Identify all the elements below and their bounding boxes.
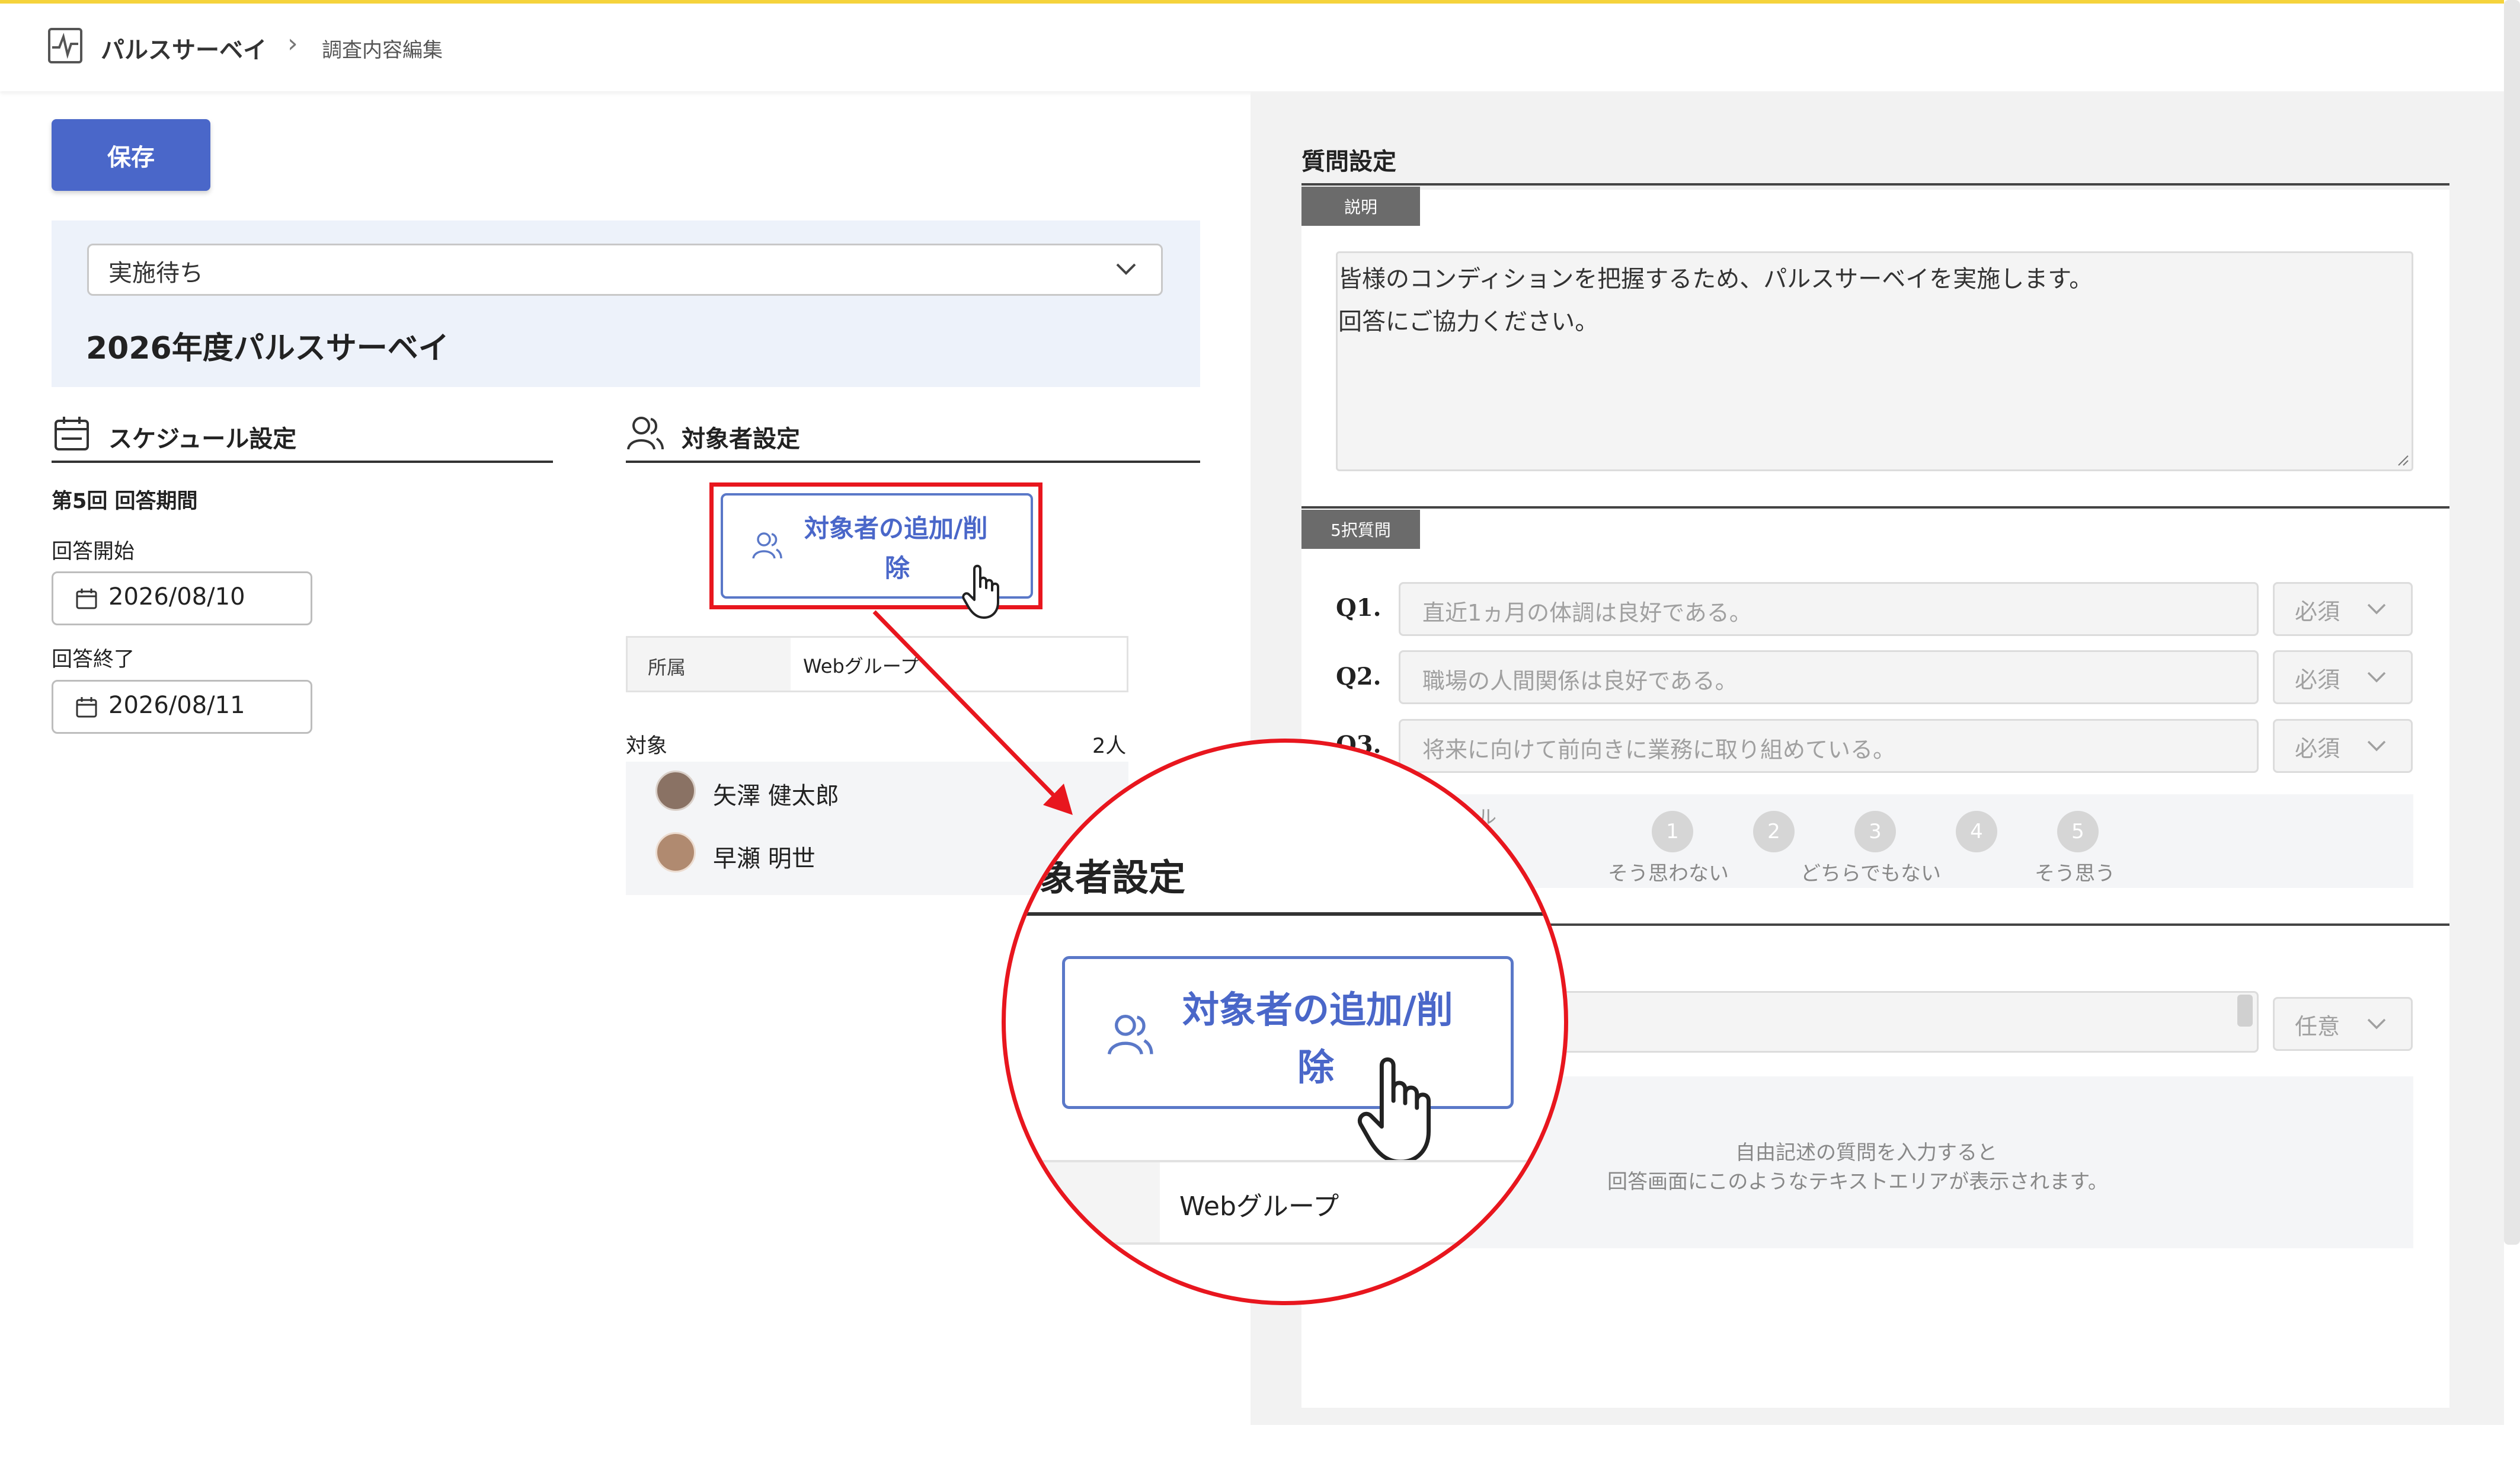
chevron-down-icon: [1114, 261, 1138, 277]
status-select-value: 実施待ち: [108, 260, 203, 287]
zoom-button-line1: 対象者の追加/削: [1182, 988, 1453, 1031]
target-label: 対象: [626, 734, 668, 758]
callout-arrow: [872, 610, 1073, 815]
page-scrollbar[interactable]: [2504, 0, 2520, 1245]
free-input-scrollbar[interactable]: [2237, 995, 2253, 1027]
calendar-small-icon: [75, 587, 98, 610]
pulse-survey-icon: [47, 27, 83, 64]
zoom-belong-value: Webグループ: [1179, 1191, 1339, 1222]
chevron-down-icon: [2366, 739, 2387, 753]
question-placeholder: 直近1ヵ月の体調は良好である。: [1422, 600, 1752, 626]
survey-title: 2026年度パルスサーベイ: [86, 331, 449, 366]
users-icon: [626, 414, 665, 453]
free-hint-line1: 自由記述の質問を入力すると: [1735, 1141, 1997, 1165]
questions-heading: 質問設定: [1301, 148, 1396, 175]
scale-text: そう思う: [2035, 862, 2115, 886]
start-label: 回答開始: [52, 540, 135, 564]
chevron-down-icon: [2366, 670, 2387, 684]
zoom-callout: 象者設定 対象者の追加/削 除 Webグループ: [1002, 739, 1568, 1305]
zoom-divider: [1006, 912, 1564, 916]
required-select[interactable]: [2273, 719, 2413, 773]
status-select[interactable]: [87, 244, 1163, 296]
scale-option: 4: [1956, 811, 1997, 852]
app-title[interactable]: パルスサーベイ: [101, 31, 267, 65]
required-value: 必須: [2295, 667, 2340, 693]
scale-option: 2: [1753, 811, 1795, 852]
member-name: 早瀬 明世: [713, 845, 816, 872]
zoom-belong-label-cell: [1006, 1162, 1160, 1242]
description-text-line1: 皆様のコンディションを把握するため、パルスサーベイを実施します。: [1338, 266, 2093, 293]
breadcrumb-current: 調査内容編集: [322, 39, 443, 62]
description-text-line2: 回答にご協力ください。: [1338, 308, 1599, 335]
free-hint-line2: 回答画面にこのようなテキストエリアが表示されます。: [1607, 1170, 2108, 1194]
chevron-down-icon: [2366, 1017, 2387, 1031]
belong-label: 所属: [648, 656, 686, 679]
required-value: 必須: [2295, 736, 2340, 762]
five-choice-tab: 5択質問: [1301, 510, 1420, 549]
question-label: Q2.: [1336, 663, 1381, 691]
target-heading: 対象者設定: [682, 426, 800, 453]
zoom-heading: 象者設定: [1038, 856, 1186, 899]
optional-value: 任意: [2295, 1014, 2340, 1040]
end-label: 回答終了: [52, 648, 135, 672]
scale-text: そう思わない: [1608, 862, 1729, 886]
avatar: [655, 771, 696, 811]
chevron-down-icon: [2366, 602, 2387, 616]
start-date-value: 2026/08/10: [108, 583, 245, 611]
question-placeholder: 将来に向けて前向きに業務に取り組めている。: [1422, 737, 1896, 763]
optional-select[interactable]: [2273, 997, 2413, 1051]
scale-option: 3: [1854, 811, 1896, 852]
five-choice-divider: [1301, 506, 2449, 509]
hand-pointer-icon: [1355, 1054, 1450, 1166]
avatar: [655, 832, 696, 872]
users-icon: [1107, 1010, 1155, 1059]
question-placeholder: 職場の人間関係は良好である。: [1422, 668, 1738, 694]
description-tab: 説明: [1301, 187, 1420, 226]
calendar-small-icon: [75, 696, 98, 718]
breadcrumb-separator: ›: [287, 28, 298, 59]
target-count: 2人: [1092, 734, 1127, 758]
required-value: 必須: [2295, 599, 2340, 625]
period-label: 第5回 回答期間: [52, 490, 198, 513]
calendar-icon: [53, 415, 90, 452]
required-select[interactable]: [2273, 650, 2413, 704]
scale-option: 1: [1652, 811, 1693, 852]
target-divider: [626, 461, 1200, 463]
schedule-divider: [52, 461, 553, 463]
member-name: 矢澤 健太郎: [713, 782, 839, 810]
end-date-value: 2026/08/11: [108, 692, 245, 719]
question-label: Q1.: [1336, 594, 1381, 622]
zoom-button-line2: 除: [1297, 1046, 1335, 1089]
resize-handle-icon[interactable]: [2396, 453, 2409, 466]
save-button[interactable]: 保存: [52, 119, 210, 191]
required-select[interactable]: [2273, 582, 2413, 636]
scale-text: どちらでもない: [1801, 862, 1941, 886]
schedule-heading: スケジュール設定: [108, 426, 297, 453]
questions-divider: [1301, 183, 2449, 186]
scale-option: 5: [2057, 811, 2099, 852]
